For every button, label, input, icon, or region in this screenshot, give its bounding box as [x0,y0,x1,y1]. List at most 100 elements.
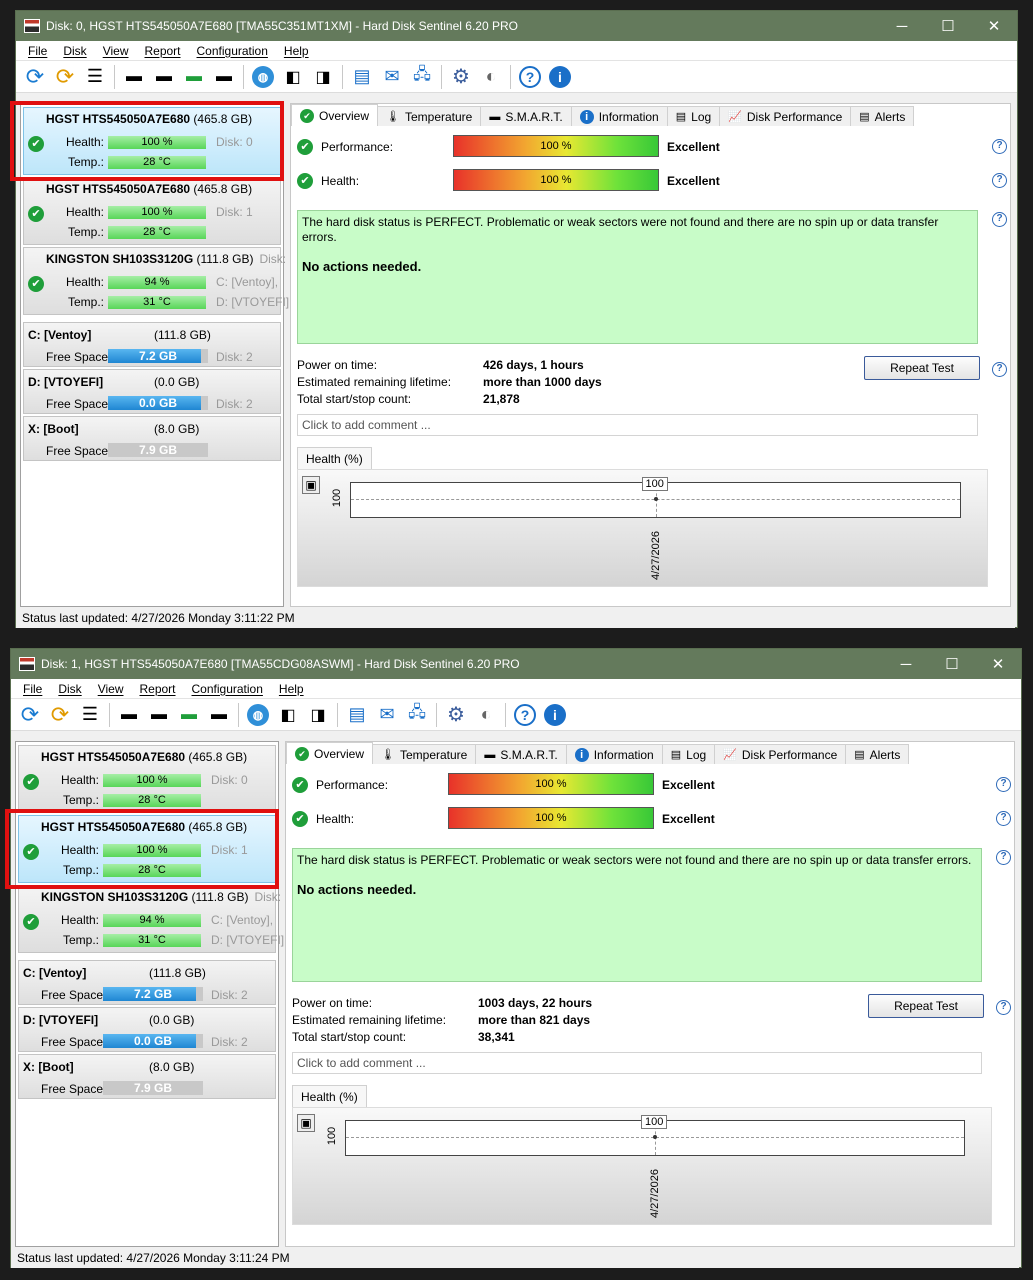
menu-help[interactable]: Help [284,44,309,58]
help-icon[interactable]: ? [996,777,1011,792]
globe-icon[interactable]: ◍ [245,702,271,728]
sound-icon[interactable]: ◐ [473,702,499,728]
refresh-icon[interactable]: ⟳ [17,702,43,728]
disk-ok-icon[interactable]: ▬ [181,64,207,90]
tab-temperature[interactable]: 🌡 Temperature [372,744,477,764]
disk-index: Disk: 1 [216,205,253,219]
help-icon[interactable]: ? [992,139,1007,154]
tab-disk-performance[interactable]: 📈 Disk Performance [714,744,847,764]
tab-health-chart[interactable]: Health (%) [297,447,372,469]
tab-information[interactable]: i Information [565,744,663,764]
disk-schedule-icon[interactable]: ▬ [146,702,172,728]
help-icon[interactable]: ? [996,811,1011,826]
help-icon[interactable]: ? [996,850,1011,865]
disk-ok-icon[interactable]: ▬ [176,702,202,728]
comment-input[interactable]: Click to add comment ... [292,1052,982,1074]
disk-test-icon[interactable]: ▬ [121,64,147,90]
free-space-bar: 7.9 GB [103,1081,203,1095]
disk-card[interactable]: HGST HTS545050A7E680 (465.8 GB) ✔ Health: 1… [18,745,276,813]
repeat-test-button[interactable]: Repeat Test [868,994,984,1018]
help-icon[interactable]: ? [512,702,538,728]
maximize-button[interactable]: ☐ [929,655,975,673]
disk-card[interactable]: HGST HTS545050A7E680 (465.8 GB) ✔ Health: 1… [18,815,276,883]
save-icon[interactable]: ▣ [302,476,320,494]
menu-report[interactable]: Report [139,682,175,696]
tab-alerts[interactable]: ▤ Alerts [850,106,915,126]
volume-card[interactable]: C: [Ventoy] (111.8 GB) Free Space 7.2 GB Dis… [18,960,276,1005]
volume-card[interactable]: X: [Boot] (8.0 GB) Free Space 7.9 GB [23,416,281,461]
disk-card[interactable]: KINGSTON SH103S3120G (111.8 GB) Disk: 2 ✔ H… [23,247,296,315]
network-icon[interactable]: 🖧 [404,702,430,728]
volume-card[interactable]: C: [Ventoy] (111.8 GB) Free Space 7.2 GB Dis… [23,322,281,367]
help-icon[interactable]: ? [517,64,543,90]
save-icon[interactable]: ▣ [297,1114,315,1132]
globe-icon[interactable]: ◍ [250,64,276,90]
tab-disk-performance[interactable]: 📈 Disk Performance [719,106,852,126]
disk-transfer-icon[interactable]: ◨ [305,702,331,728]
menu-file[interactable]: File [23,682,42,696]
help-icon[interactable]: ? [992,362,1007,377]
menu-help[interactable]: Help [279,682,304,696]
tab-alerts[interactable]: ▤ Alerts [845,744,910,764]
info-icon[interactable]: i [542,702,568,728]
report-icon[interactable]: ▤ [344,702,370,728]
help-icon[interactable]: ? [996,1000,1011,1015]
cube-icon[interactable]: ◧ [275,702,301,728]
volume-card[interactable]: D: [VTOYEFI] (0.0 GB) Free Space 0.0 GB Disk… [18,1007,276,1052]
disk-card[interactable]: KINGSTON SH103S3120G (111.8 GB) Disk: 2 ✔ H… [18,885,291,953]
menu-file[interactable]: File [28,44,47,58]
comment-input[interactable]: Click to add comment ... [297,414,978,436]
menu-view[interactable]: View [103,44,129,58]
tab-log[interactable]: ▤ Log [666,106,721,126]
menu-configuration[interactable]: Configuration [197,44,268,58]
gear-icon[interactable]: ⚙ [443,702,469,728]
close-button[interactable]: ✕ [975,655,1021,673]
cube-icon[interactable]: ◧ [280,64,306,90]
minimize-button[interactable]: ─ [883,656,929,673]
tab-overview[interactable]: ✔ Overview [286,742,374,764]
tab-s-m-a-r-t[interactable]: ▬ S.M.A.R.T. [480,106,572,126]
disk-schedule-icon[interactable]: ▬ [151,64,177,90]
status-message-box: The hard disk status is PERFECT. Problem… [297,210,978,344]
maximize-button[interactable]: ☐ [925,17,971,35]
disk-transfer-icon[interactable]: ◨ [310,64,336,90]
tab-s-m-a-r-t[interactable]: ▬ S.M.A.R.T. [475,744,567,764]
menu-report[interactable]: Report [144,44,180,58]
volume-card[interactable]: X: [Boot] (8.0 GB) Free Space 7.9 GB [18,1054,276,1099]
disk-card[interactable]: HGST HTS545050A7E680 (465.8 GB) ✔ Health: 1… [23,107,281,175]
tab-health-chart[interactable]: Health (%) [292,1085,367,1107]
refresh-alert-icon[interactable]: ⟳ [52,64,78,90]
disk-list-icon[interactable]: ☰ [77,702,103,728]
help-icon[interactable]: ? [992,212,1007,227]
tab-overview[interactable]: ✔ Overview [291,104,379,126]
menu-view[interactable]: View [98,682,124,696]
gear-icon[interactable]: ⚙ [448,64,474,90]
info-icon[interactable]: i [547,64,573,90]
refresh-icon[interactable]: ⟳ [22,64,48,90]
tab-temperature[interactable]: 🌡 Temperature [377,106,482,126]
network-icon[interactable]: 🖧 [409,64,435,90]
disk-test-icon[interactable]: ▬ [116,702,142,728]
email-icon[interactable]: ✉ [374,702,400,728]
window-title: Disk: 0, HGST HTS545050A7E680 [TMA55C351… [46,19,518,33]
email-icon[interactable]: ✉ [379,64,405,90]
disk-list-icon[interactable]: ☰ [82,64,108,90]
tab-log[interactable]: ▤ Log [661,744,716,764]
help-icon[interactable]: ? [992,173,1007,188]
minimize-button[interactable]: ─ [879,18,925,35]
disk-search-icon[interactable]: ▬ [211,64,237,90]
report-icon[interactable]: ▤ [349,64,375,90]
tab-information[interactable]: i Information [570,106,668,126]
disk-size: (465.8 GB) [193,112,253,126]
menu-configuration[interactable]: Configuration [192,682,263,696]
sound-icon[interactable]: ◐ [478,64,504,90]
volume-card[interactable]: D: [VTOYEFI] (0.0 GB) Free Space 0.0 GB Disk… [23,369,281,414]
disk-card[interactable]: HGST HTS545050A7E680 (465.8 GB) ✔ Health: 1… [23,177,281,245]
menu-disk[interactable]: Disk [58,682,81,696]
refresh-alert-icon[interactable]: ⟳ [47,702,73,728]
check-ok-icon: ✔ [292,811,308,827]
menu-disk[interactable]: Disk [63,44,86,58]
disk-search-icon[interactable]: ▬ [206,702,232,728]
close-button[interactable]: ✕ [971,17,1017,35]
repeat-test-button[interactable]: Repeat Test [864,356,980,380]
